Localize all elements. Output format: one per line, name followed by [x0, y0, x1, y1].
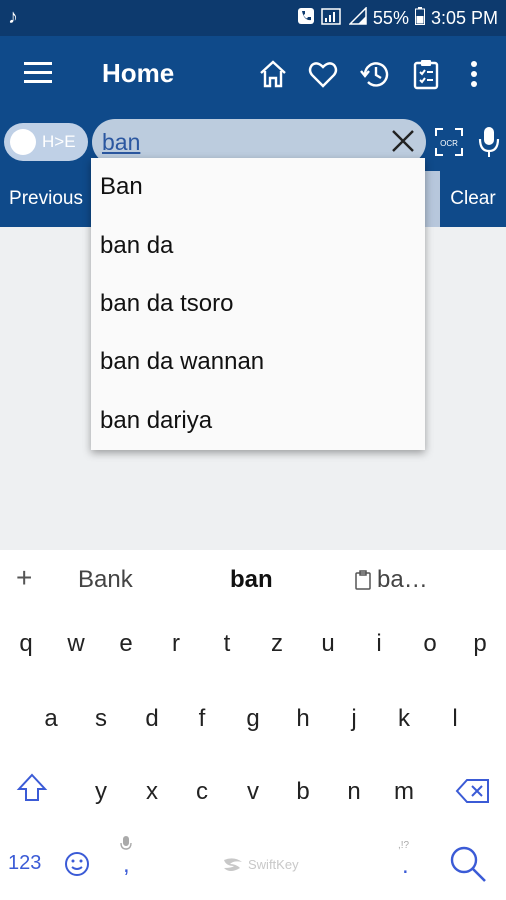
key-n[interactable]: n: [334, 778, 374, 806]
battery-percent: 55%: [372, 8, 409, 28]
svg-text:OCR: OCR: [440, 139, 458, 148]
key-a[interactable]: a: [31, 705, 71, 733]
key-c[interactable]: c: [182, 778, 222, 806]
key-r[interactable]: r: [156, 630, 196, 658]
key-o[interactable]: o: [410, 630, 450, 658]
swiftkey-label: SwiftKey: [248, 857, 299, 872]
home-icon[interactable]: [257, 58, 289, 90]
period-key-label: .: [402, 852, 409, 879]
suggestion-item[interactable]: ban da: [91, 216, 425, 274]
music-note-icon: ♪: [8, 6, 18, 28]
mic-icon[interactable]: [478, 125, 500, 159]
more-vert-icon[interactable]: [462, 58, 494, 90]
key-f[interactable]: f: [182, 705, 222, 733]
key-u[interactable]: u: [308, 630, 348, 658]
menu-icon[interactable]: [24, 60, 54, 86]
key-q[interactable]: q: [6, 630, 46, 658]
backspace-icon[interactable]: [455, 776, 491, 811]
search-query: ban: [102, 129, 141, 155]
plus-icon[interactable]: +: [16, 562, 32, 594]
clipboard-icon[interactable]: [410, 58, 442, 90]
punct-hint: ,!?: [398, 840, 410, 851]
history-icon[interactable]: [359, 58, 391, 90]
key-m[interactable]: m: [384, 778, 424, 806]
app-bar: Home: [0, 36, 506, 113]
suggestion-item[interactable]: ban dariya: [91, 392, 425, 450]
ocr-scan-icon[interactable]: OCR: [434, 127, 464, 157]
key-p[interactable]: p: [460, 630, 500, 658]
search-icon[interactable]: [448, 844, 488, 889]
battery-icon: [414, 7, 425, 30]
prediction-center[interactable]: ban: [230, 566, 273, 594]
status-time: 3:05 PM: [430, 8, 498, 28]
shift-icon[interactable]: [16, 772, 48, 809]
heart-icon[interactable]: [307, 58, 339, 90]
key-k[interactable]: k: [384, 705, 424, 733]
key-w[interactable]: w: [56, 630, 96, 658]
keyboard: + Bank ban ba… q w e r t z u i o p a s d…: [0, 550, 506, 900]
key-z[interactable]: z: [257, 630, 297, 658]
key-b[interactable]: b: [283, 778, 323, 806]
suggestion-dropdown: Ban ban da ban da tsoro ban da wannan ba…: [91, 158, 425, 450]
key-x[interactable]: x: [132, 778, 172, 806]
toggle-label: H>E: [42, 132, 76, 151]
key-e[interactable]: e: [106, 630, 146, 658]
toggle-knob: [10, 129, 36, 155]
clipboard-icon: [355, 570, 371, 590]
key-g[interactable]: g: [233, 705, 273, 733]
suggestion-item[interactable]: ban da wannan: [91, 333, 425, 391]
page-title: Home: [102, 58, 175, 88]
key-d[interactable]: d: [132, 705, 172, 733]
emoji-icon[interactable]: [63, 850, 91, 883]
close-icon[interactable]: [388, 126, 418, 156]
key-h[interactable]: h: [283, 705, 323, 733]
comma-mic-key[interactable]: ,: [120, 835, 132, 878]
previous-button[interactable]: Previous: [0, 171, 92, 227]
suggestion-item[interactable]: ban da tsoro: [91, 275, 425, 333]
prediction-bar: + Bank ban ba…: [0, 550, 506, 608]
prediction-left[interactable]: Bank: [78, 566, 133, 594]
key-y[interactable]: y: [81, 778, 121, 806]
suggestion-item[interactable]: Ban: [91, 158, 425, 216]
key-v[interactable]: v: [233, 778, 273, 806]
prediction-right[interactable]: ba…: [355, 566, 428, 594]
signal-wifi-icon: [321, 7, 343, 30]
clear-button[interactable]: Clear: [440, 171, 506, 227]
space-bar[interactable]: SwiftKey: [222, 855, 332, 875]
key-j[interactable]: j: [334, 705, 374, 733]
period-key[interactable]: ,!? .: [396, 836, 418, 886]
key-l[interactable]: l: [435, 705, 475, 733]
numbers-key[interactable]: 123: [8, 852, 41, 875]
comma-key-label: ,: [123, 851, 130, 878]
swiftkey-logo-icon: [224, 858, 242, 871]
language-toggle[interactable]: H>E: [4, 123, 88, 161]
prediction-right-text: ba…: [377, 566, 428, 593]
key-i[interactable]: i: [359, 630, 399, 658]
status-right: 55% 3:05 PM: [297, 6, 498, 30]
key-s[interactable]: s: [81, 705, 121, 733]
call-icon: [297, 7, 315, 30]
signal-icon: [348, 6, 367, 30]
status-bar: ♪ 55% 3:05 PM: [0, 0, 506, 36]
key-t[interactable]: t: [207, 630, 247, 658]
